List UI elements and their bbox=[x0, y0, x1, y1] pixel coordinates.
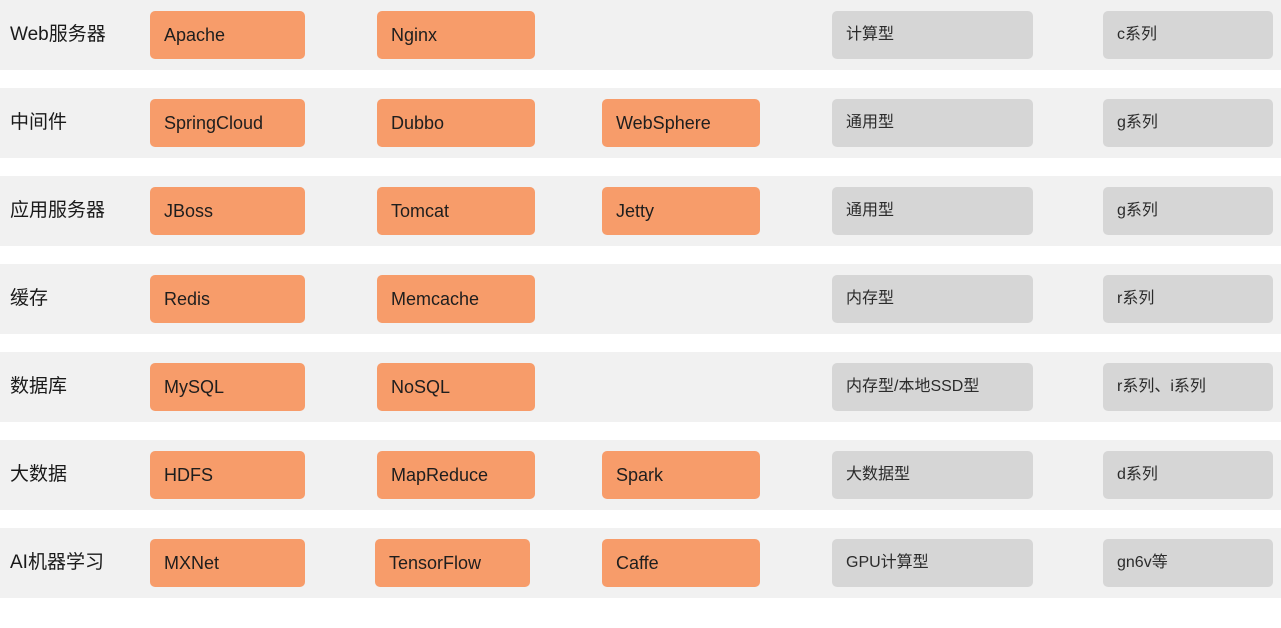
table-row: 中间件 SpringCloud Dubbo WebSphere 通用型 g系列 bbox=[0, 88, 1281, 158]
table-row: Web服务器 Apache Nginx 计算型 c系列 bbox=[0, 0, 1281, 70]
software-chip[interactable]: Memcache bbox=[377, 275, 535, 323]
instance-family-chip[interactable]: gn6v等 bbox=[1103, 539, 1273, 587]
software-chip[interactable]: Tomcat bbox=[377, 187, 535, 235]
table-row: 数据库 MySQL NoSQL 内存型/本地SSD型 r系列、i系列 bbox=[0, 352, 1281, 422]
instance-type-chip[interactable]: 通用型 bbox=[832, 99, 1033, 147]
software-chip[interactable]: Dubbo bbox=[377, 99, 535, 147]
row-category-label: 数据库 bbox=[10, 376, 68, 398]
instance-type-chip[interactable]: 大数据型 bbox=[832, 451, 1033, 499]
instance-type-chip[interactable]: GPU计算型 bbox=[832, 539, 1033, 587]
table-row: 大数据 HDFS MapReduce Spark 大数据型 d系列 bbox=[0, 440, 1281, 510]
instance-family-chip[interactable]: d系列 bbox=[1103, 451, 1273, 499]
software-chip[interactable]: TensorFlow bbox=[375, 539, 530, 587]
software-chip[interactable]: Jetty bbox=[602, 187, 760, 235]
instance-family-chip[interactable]: r系列 bbox=[1103, 275, 1273, 323]
table-row: 应用服务器 JBoss Tomcat Jetty 通用型 g系列 bbox=[0, 176, 1281, 246]
software-chip[interactable]: HDFS bbox=[150, 451, 305, 499]
row-category-label: AI机器学习 bbox=[10, 552, 104, 574]
software-instance-matrix: Web服务器 Apache Nginx 计算型 c系列中间件 SpringCloud Dub… bbox=[0, 0, 1281, 628]
software-chip[interactable]: Redis bbox=[150, 275, 305, 323]
instance-family-chip[interactable]: c系列 bbox=[1103, 11, 1273, 59]
row-category-label: 缓存 bbox=[10, 288, 49, 310]
software-chip[interactable]: Spark bbox=[602, 451, 760, 499]
instance-type-chip[interactable]: 内存型 bbox=[832, 275, 1033, 323]
software-chip[interactable]: MapReduce bbox=[377, 451, 535, 499]
instance-type-chip[interactable]: 内存型/本地SSD型 bbox=[832, 363, 1033, 411]
row-category-label: 大数据 bbox=[10, 464, 68, 486]
software-chip[interactable]: NoSQL bbox=[377, 363, 535, 411]
row-category-label: 应用服务器 bbox=[10, 200, 106, 222]
table-row: AI机器学习 MXNet TensorFlow Caffe GPU计算型 gn6v等 bbox=[0, 528, 1281, 598]
software-chip[interactable]: MySQL bbox=[150, 363, 305, 411]
row-category-label: Web服务器 bbox=[10, 24, 106, 46]
software-chip[interactable]: WebSphere bbox=[602, 99, 760, 147]
software-chip[interactable]: JBoss bbox=[150, 187, 305, 235]
instance-family-chip[interactable]: r系列、i系列 bbox=[1103, 363, 1273, 411]
software-chip[interactable]: MXNet bbox=[150, 539, 305, 587]
software-chip[interactable]: Apache bbox=[150, 11, 305, 59]
instance-type-chip[interactable]: 计算型 bbox=[832, 11, 1033, 59]
instance-family-chip[interactable]: g系列 bbox=[1103, 99, 1273, 147]
software-chip[interactable]: SpringCloud bbox=[150, 99, 305, 147]
table-row: 缓存 Redis Memcache 内存型 r系列 bbox=[0, 264, 1281, 334]
instance-type-chip[interactable]: 通用型 bbox=[832, 187, 1033, 235]
row-category-label: 中间件 bbox=[10, 112, 68, 134]
software-chip[interactable]: Nginx bbox=[377, 11, 535, 59]
software-chip[interactable]: Caffe bbox=[602, 539, 760, 587]
instance-family-chip[interactable]: g系列 bbox=[1103, 187, 1273, 235]
